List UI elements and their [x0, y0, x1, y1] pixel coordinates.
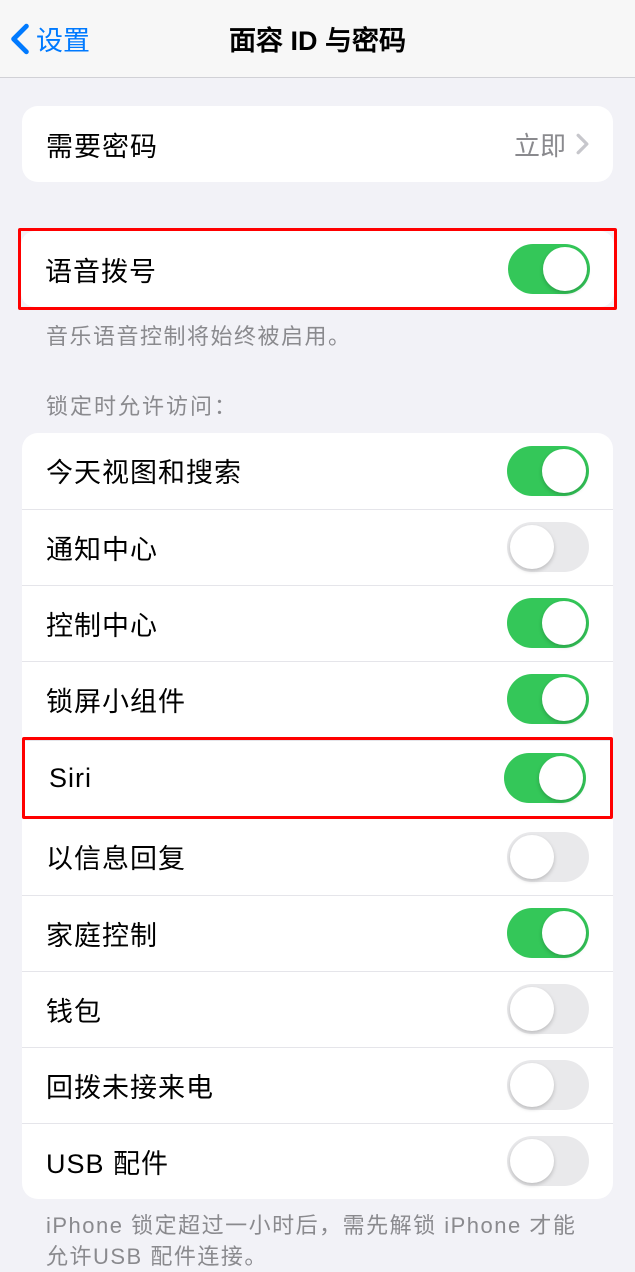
chevron-right-icon: [576, 133, 589, 155]
back-button[interactable]: 设置: [0, 19, 90, 58]
highlight-siri: Siri: [22, 737, 613, 819]
locked-access-item-label: 通知中心: [46, 528, 158, 567]
voice-dial-toggle[interactable]: [508, 244, 590, 294]
locked-access-item-label: 以信息回复: [46, 837, 186, 876]
locked-access-row: Siri: [25, 740, 610, 816]
chevron-left-icon: [10, 23, 30, 55]
require-passcode-row[interactable]: 需要密码 立即: [22, 106, 613, 182]
locked-access-item-label: 控制中心: [46, 604, 158, 643]
locked-access-toggle[interactable]: [507, 984, 589, 1034]
locked-access-item-label: Siri: [49, 763, 92, 794]
locked-access-toggle[interactable]: [507, 674, 589, 724]
highlight-voice-dial: 语音拨号: [18, 228, 617, 310]
locked-access-row: 回拨未接来电: [22, 1047, 613, 1123]
locked-access-row: 通知中心: [22, 509, 613, 585]
voice-dial-label: 语音拨号: [45, 250, 157, 289]
locked-access-item-label: 回拨未接来电: [46, 1066, 214, 1105]
require-passcode-label: 需要密码: [46, 125, 158, 164]
locked-access-row: 控制中心: [22, 585, 613, 661]
nav-bar: 设置 面容 ID 与密码: [0, 0, 635, 78]
locked-access-item-label: 锁屏小组件: [46, 680, 186, 719]
locked-access-row: 锁屏小组件: [22, 661, 613, 737]
locked-access-item-label: USB 配件: [46, 1142, 169, 1181]
locked-access-row: 今天视图和搜索: [22, 433, 613, 509]
locked-access-footer: iPhone 锁定超过一小时后，需先解锁 iPhone 才能允许USB 配件连接…: [22, 1199, 613, 1272]
locked-access-item-label: 钱包: [46, 990, 102, 1029]
locked-access-item-label: 家庭控制: [46, 914, 158, 953]
page-title: 面容 ID 与密码: [229, 19, 406, 58]
locked-access-item-label: 今天视图和搜索: [46, 451, 242, 490]
locked-access-row: 钱包: [22, 971, 613, 1047]
locked-access-toggle[interactable]: [507, 522, 589, 572]
locked-access-toggle[interactable]: [507, 1060, 589, 1110]
locked-access-row: 以信息回复: [22, 819, 613, 895]
locked-access-toggle[interactable]: [507, 832, 589, 882]
locked-access-header: 锁定时允许访问：: [22, 353, 613, 433]
locked-access-toggle[interactable]: [504, 753, 586, 803]
locked-access-toggle[interactable]: [507, 1136, 589, 1186]
locked-access-row: USB 配件: [22, 1123, 613, 1199]
require-passcode-value: 立即: [514, 126, 566, 163]
passcode-group: 需要密码 立即: [22, 106, 613, 182]
locked-access-row: 家庭控制: [22, 895, 613, 971]
voice-dial-footer: 音乐语音控制将始终被启用。: [22, 310, 613, 353]
locked-access-group: 今天视图和搜索通知中心控制中心锁屏小组件 Siri 以信息回复家庭控制钱包回拨未接来…: [22, 433, 613, 1199]
locked-access-toggle[interactable]: [507, 446, 589, 496]
back-label: 设置: [36, 19, 90, 58]
locked-access-toggle[interactable]: [507, 908, 589, 958]
locked-access-toggle[interactable]: [507, 598, 589, 648]
voice-dial-row: 语音拨号: [21, 231, 614, 307]
